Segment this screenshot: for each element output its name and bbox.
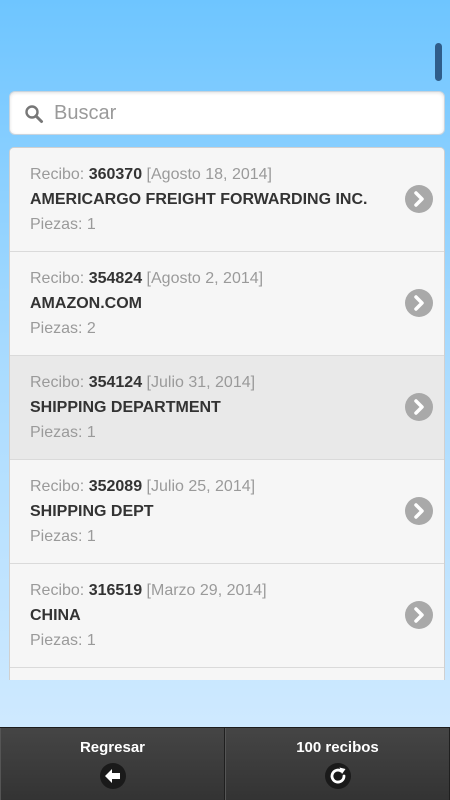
receipt-number: 352089 bbox=[88, 478, 143, 495]
receipt-date: [Julio 31, 2014] bbox=[146, 374, 256, 391]
receipt-number: 316519 bbox=[88, 582, 143, 599]
receipt-date: [Julio 25, 2014] bbox=[146, 478, 256, 495]
receipt-sender: SHIPPING DEPARTMENT bbox=[30, 399, 221, 416]
receipt-prefix: Recibo: bbox=[30, 270, 85, 287]
receipt-date: [Agosto 2, 2014] bbox=[146, 270, 264, 287]
chevron-right-icon[interactable] bbox=[405, 393, 433, 421]
receipt-prefix: Recibo: bbox=[30, 582, 85, 599]
receipt-prefix: Recibo: bbox=[30, 166, 85, 183]
refresh-icon bbox=[324, 763, 351, 789]
list-item[interactable]: Recibo: 354124 [Julio 31, 2014] SHIPPING… bbox=[10, 356, 444, 460]
receipt-number: 354824 bbox=[88, 270, 143, 287]
pieces-count: 1 bbox=[86, 528, 96, 545]
pieces-prefix: Piezas: bbox=[30, 320, 83, 337]
pieces-count: 2 bbox=[86, 320, 96, 337]
list-item[interactable]: Recibo: 354824 [Agosto 2, 2014] AMAZON.C… bbox=[10, 252, 444, 356]
receipt-pieces: Piezas: 1 bbox=[30, 632, 96, 650]
receipt-date: [Agosto 18, 2014] bbox=[146, 166, 272, 183]
receipt-number: 360370 bbox=[88, 166, 143, 183]
receipt-line: Recibo: 354124 [Julio 31, 2014] bbox=[30, 374, 255, 392]
pieces-prefix: Piezas: bbox=[30, 528, 83, 545]
search-input[interactable] bbox=[54, 92, 434, 134]
back-button[interactable]: Regresar bbox=[0, 728, 225, 800]
receipt-line: Recibo: 360370 [Agosto 18, 2014] bbox=[30, 166, 272, 184]
scrollbar[interactable] bbox=[435, 43, 442, 81]
receipt-line: Recibo: 352089 [Julio 25, 2014] bbox=[30, 478, 255, 496]
receipt-pieces: Piezas: 1 bbox=[30, 216, 96, 234]
receipt-sender: CHINA bbox=[30, 607, 81, 624]
chevron-right-icon[interactable] bbox=[405, 601, 433, 629]
pieces-prefix: Piezas: bbox=[30, 216, 83, 233]
receipt-prefix: Recibo: bbox=[30, 374, 85, 391]
list-item[interactable]: Recibo: 360370 [Agosto 18, 2014] AMERICA… bbox=[10, 148, 444, 252]
chevron-right-icon[interactable] bbox=[405, 289, 433, 317]
receipt-sender: AMERICARGO FREIGHT FORWARDING INC. bbox=[30, 191, 368, 208]
refresh-button[interactable]: 100 recibos bbox=[225, 728, 450, 800]
pieces-prefix: Piezas: bbox=[30, 424, 83, 441]
receipt-prefix: Recibo: bbox=[30, 478, 85, 495]
pieces-count: 1 bbox=[86, 216, 96, 233]
receipt-date: [Marzo 29, 2014] bbox=[146, 582, 267, 599]
back-button-label: Regresar bbox=[79, 739, 146, 756]
search-box[interactable] bbox=[9, 91, 445, 135]
receipt-line: Recibo: 354824 [Agosto 2, 2014] bbox=[30, 270, 263, 288]
list-item[interactable]: Recibo: 352089 [Julio 25, 2014] SHIPPING… bbox=[10, 460, 444, 564]
receipt-line: Recibo: 316519 [Marzo 29, 2014] bbox=[30, 582, 267, 600]
receipt-sender: AMAZON.COM bbox=[30, 295, 142, 312]
receipt-pieces: Piezas: 2 bbox=[30, 320, 96, 338]
search-icon bbox=[24, 104, 44, 124]
chevron-right-icon[interactable] bbox=[405, 497, 433, 525]
pieces-count: 1 bbox=[86, 632, 96, 649]
pieces-prefix: Piezas: bbox=[30, 632, 83, 649]
list-item[interactable] bbox=[10, 668, 444, 680]
chevron-right-icon[interactable] bbox=[405, 185, 433, 213]
arrow-left-icon bbox=[99, 763, 126, 789]
pieces-count: 1 bbox=[86, 424, 96, 441]
list-item[interactable]: Recibo: 316519 [Marzo 29, 2014] CHINA Pi… bbox=[10, 564, 444, 668]
receipt-number: 354124 bbox=[88, 374, 143, 391]
receipt-pieces: Piezas: 1 bbox=[30, 528, 96, 546]
footer-toolbar: Regresar 100 recibos bbox=[0, 727, 450, 800]
receipt-count-label: 100 recibos bbox=[296, 739, 379, 756]
receipt-pieces: Piezas: 1 bbox=[30, 424, 96, 442]
receipt-sender: SHIPPING DEPT bbox=[30, 503, 154, 520]
receipt-list: Recibo: 360370 [Agosto 18, 2014] AMERICA… bbox=[9, 147, 445, 680]
